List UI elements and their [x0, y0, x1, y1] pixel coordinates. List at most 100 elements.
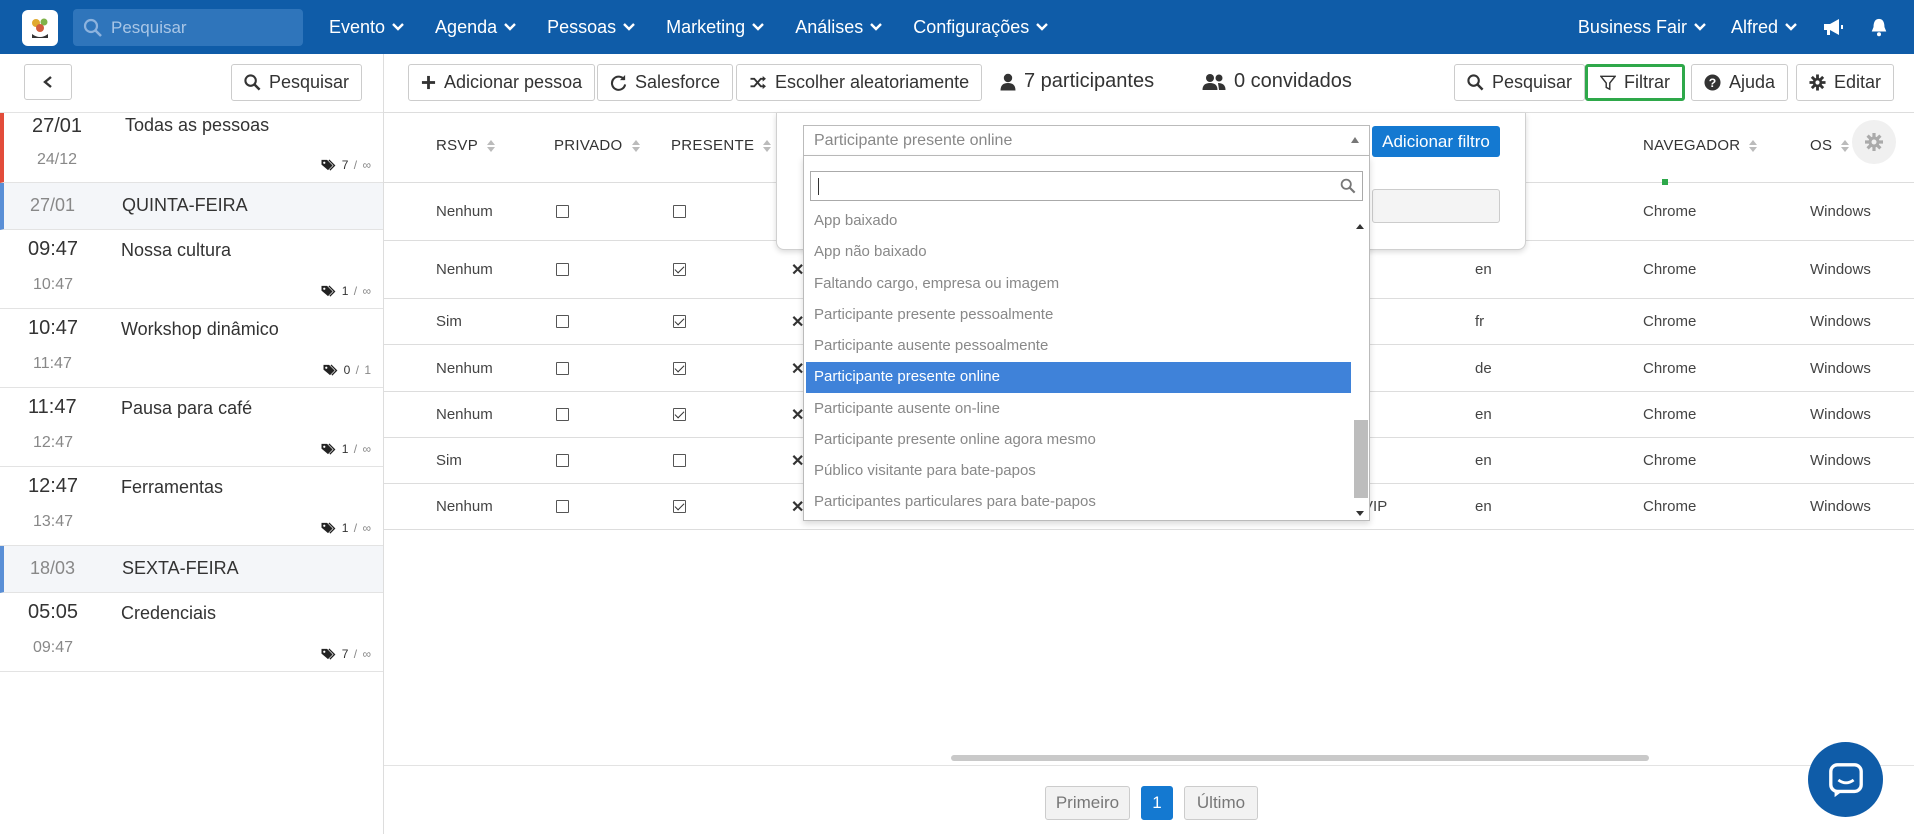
dropdown-option[interactable]: Faltando cargo, empresa ou imagem — [804, 269, 1353, 300]
tag-cap: 1 — [364, 363, 371, 377]
checkbox-presente[interactable] — [673, 315, 686, 328]
checkbox-presente[interactable] — [673, 500, 686, 513]
cell-rsvp: Nenhum — [436, 360, 493, 377]
checkbox-presente[interactable] — [673, 205, 686, 218]
random-pick-button[interactable]: Escolher aleatoriamente — [736, 64, 983, 101]
user-menu[interactable]: Alfred — [1731, 17, 1798, 38]
main-menu: Evento Agenda Pessoas Marketing Análises… — [329, 0, 1079, 54]
dropdown-option[interactable]: App não baixado — [804, 237, 1353, 268]
tags-icon — [321, 284, 336, 297]
cell-os: Windows — [1810, 406, 1871, 423]
search-placeholder: Pesquisar — [111, 17, 187, 37]
checkbox-privado[interactable] — [556, 500, 569, 513]
pagination-last[interactable]: Último — [1184, 786, 1258, 820]
menu-marketing[interactable]: Marketing — [666, 17, 765, 38]
chat-support-button[interactable] — [1808, 742, 1883, 817]
dropdown-option[interactable]: Participante presente pessoalmente — [804, 300, 1353, 331]
search-icon — [83, 18, 102, 37]
tag-count: 1 — [341, 284, 349, 298]
sidebar-search-button[interactable]: Pesquisar — [231, 64, 363, 101]
session-item[interactable]: 11:47 12:47 Pausa para café 1 / ∞ — [0, 388, 383, 467]
scroll-thumb[interactable] — [1354, 420, 1368, 498]
session-item[interactable]: 10:47 11:47 Workshop dinâmico 0 / 1 — [0, 309, 383, 388]
search-button[interactable]: Pesquisar — [1454, 64, 1586, 101]
menu-agenda[interactable]: Agenda — [435, 17, 517, 38]
column-header-os[interactable]: OS — [1810, 137, 1850, 154]
filter-select-value: Participante presente online — [814, 132, 1013, 149]
chevron-down-icon — [1785, 23, 1797, 31]
day-name: SEXTA-FEIRA — [122, 558, 239, 578]
menu-evento[interactable]: Evento — [329, 17, 405, 38]
cell-lingua: en — [1475, 452, 1492, 469]
button-label: Editar — [1834, 72, 1882, 92]
cell-lingua: fr — [1475, 313, 1485, 330]
cell-navegador: Chrome — [1643, 452, 1697, 469]
help-button[interactable]: ? Ajuda — [1691, 64, 1789, 101]
checkbox-presente[interactable] — [673, 408, 686, 421]
menu-configuracoes[interactable]: Configurações — [913, 17, 1049, 38]
tags-icon — [321, 442, 336, 455]
session-capacity: 7 / ∞ — [320, 158, 371, 172]
session-item[interactable]: 27/01 24/12 Todas as pessoas 7 / ∞ — [0, 113, 383, 183]
salesforce-button[interactable]: Salesforce — [597, 64, 734, 101]
day-date: 18/03 — [30, 558, 76, 578]
dropdown-option[interactable]: Participante ausente pessoalmente — [804, 331, 1353, 362]
day-header: 27/01 QUINTA-FEIRA — [0, 183, 383, 230]
horizontal-scrollbar[interactable] — [951, 755, 1649, 761]
column-header-navegador[interactable]: NAVEGADOR — [1643, 137, 1758, 154]
add-filter-button[interactable]: Adicionar filtro — [1372, 126, 1500, 157]
menu-label: Configurações — [913, 16, 1030, 37]
announcements-button[interactable] — [1822, 16, 1844, 38]
edit-button[interactable]: Editar — [1796, 64, 1895, 101]
filter-select[interactable]: Participante presente online — [803, 125, 1370, 156]
cell-lingua: en — [1475, 498, 1492, 515]
event-switcher[interactable]: Business Fair — [1578, 17, 1707, 38]
dropdown-search-input[interactable] — [810, 171, 1363, 201]
cell-os: Windows — [1810, 452, 1871, 469]
checkbox-privado[interactable] — [556, 263, 569, 276]
gear-icon — [1865, 133, 1883, 151]
menu-label: Agenda — [435, 16, 498, 37]
column-header-presente[interactable]: PRESENTE — [671, 137, 772, 154]
column-header-rsvp[interactable]: RSVP — [436, 137, 496, 154]
checkbox-privado[interactable] — [556, 315, 569, 328]
scroll-up-icon[interactable] — [1356, 224, 1364, 229]
pagination-first[interactable]: Primeiro — [1045, 786, 1130, 820]
column-header-privado[interactable]: PRIVADO — [554, 137, 640, 154]
back-button[interactable] — [24, 64, 72, 100]
dropdown-option[interactable]: App baixado — [804, 214, 1353, 237]
checkbox-privado[interactable] — [556, 205, 569, 218]
session-item[interactable]: 12:47 13:47 Ferramentas 1 / ∞ — [0, 467, 383, 546]
menu-analises[interactable]: Análises — [795, 17, 883, 38]
filter-value-input[interactable] — [1372, 189, 1500, 223]
user-icon — [1000, 73, 1016, 90]
caret-up-icon — [1351, 137, 1359, 143]
checkbox-privado[interactable] — [556, 408, 569, 421]
filter-dropdown: App baixado App não baixado Faltando cargo… — [803, 156, 1370, 521]
dropdown-option[interactable]: Participantes particulares para bate-pap… — [804, 487, 1353, 518]
notifications-button[interactable] — [1868, 16, 1890, 38]
day-name: QUINTA-FEIRA — [122, 195, 248, 215]
checkbox-presente[interactable] — [673, 263, 686, 276]
dropdown-option[interactable]: Participante presente online agora mesmo — [804, 425, 1353, 456]
app-logo[interactable] — [22, 10, 58, 46]
filter-button[interactable]: Filtrar — [1585, 64, 1685, 101]
checkbox-presente[interactable] — [673, 454, 686, 467]
global-search-input[interactable]: Pesquisar — [73, 9, 303, 46]
menu-pessoas[interactable]: Pessoas — [547, 17, 636, 38]
dropdown-option[interactable]: Participante presente online — [806, 362, 1351, 393]
button-label: Salesforce — [635, 72, 721, 92]
checkbox-privado[interactable] — [556, 454, 569, 467]
dropdown-option[interactable]: Público visitante para bate-papos — [804, 456, 1353, 487]
dropdown-option[interactable]: Participante ausente on-line — [804, 394, 1353, 425]
checkbox-privado[interactable] — [556, 362, 569, 375]
session-item[interactable]: 09:47 10:47 Nossa cultura 1 / ∞ — [0, 230, 383, 309]
menu-label: Evento — [329, 16, 386, 37]
scroll-down-icon[interactable] — [1356, 511, 1364, 516]
checkbox-presente[interactable] — [673, 362, 686, 375]
table-settings-button[interactable] — [1852, 120, 1896, 164]
session-item[interactable]: 05:05 09:47 Credenciais 7 / ∞ — [0, 593, 383, 672]
add-person-button[interactable]: Adicionar pessoa — [408, 64, 596, 101]
pagination-page[interactable]: 1 — [1141, 786, 1173, 820]
dropdown-scrollbar[interactable] — [1352, 218, 1368, 518]
